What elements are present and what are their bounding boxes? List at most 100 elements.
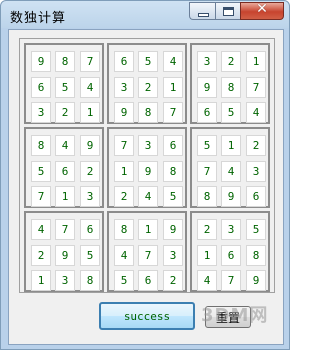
- sudoku-cell[interactable]: 1: [163, 77, 183, 98]
- sudoku-cell[interactable]: 6: [163, 135, 183, 156]
- sudoku-cell[interactable]: 3: [138, 135, 158, 156]
- sudoku-cell[interactable]: 4: [221, 161, 241, 182]
- sudoku-cell[interactable]: 9: [221, 186, 241, 207]
- sudoku-cell[interactable]: 2: [31, 245, 51, 266]
- sudoku-cell[interactable]: 6: [197, 102, 217, 123]
- sudoku-cell[interactable]: 8: [197, 186, 217, 207]
- sudoku-cell[interactable]: 2: [246, 135, 266, 156]
- sudoku-cell[interactable]: 8: [246, 245, 266, 266]
- maximize-button[interactable]: [215, 2, 240, 20]
- sudoku-cell[interactable]: 6: [80, 219, 100, 240]
- sudoku-cell[interactable]: 4: [114, 245, 134, 266]
- sudoku-cell[interactable]: 8: [55, 51, 75, 72]
- sudoku-cell[interactable]: 3: [221, 219, 241, 240]
- sudoku-cell[interactable]: 4: [31, 219, 51, 240]
- sudoku-cell[interactable]: 8: [114, 219, 134, 240]
- sudoku-cell[interactable]: 5: [246, 219, 266, 240]
- sudoku-cell[interactable]: 5: [80, 245, 100, 266]
- sudoku-cell[interactable]: 3: [163, 245, 183, 266]
- sudoku-cell[interactable]: 7: [221, 270, 241, 291]
- sudoku-cell[interactable]: 7: [197, 161, 217, 182]
- sudoku-cell[interactable]: 6: [221, 245, 241, 266]
- title-bar[interactable]: 数独计算 ✕: [1, 1, 289, 29]
- sudoku-cell[interactable]: 6: [114, 51, 134, 72]
- sudoku-cell[interactable]: 8: [31, 135, 51, 156]
- sudoku-cell[interactable]: 7: [31, 186, 51, 207]
- sudoku-cell[interactable]: 4: [197, 270, 217, 291]
- sudoku-cell[interactable]: 6: [55, 161, 75, 182]
- sudoku-cell[interactable]: 2: [221, 51, 241, 72]
- minimize-button[interactable]: [189, 2, 215, 20]
- sudoku-cell[interactable]: 5: [138, 51, 158, 72]
- sudoku-cell[interactable]: 2: [55, 102, 75, 123]
- sudoku-board: 9876543216543219873219876548495627137361…: [19, 38, 275, 293]
- sudoku-cell[interactable]: 9: [31, 51, 51, 72]
- sudoku-box: 476 295 138: [24, 211, 104, 292]
- sudoku-cell[interactable]: 4: [80, 77, 100, 98]
- sudoku-cell[interactable]: 1: [80, 102, 100, 123]
- app-window: 数独计算 ✕ 987654321654321987321987654849562…: [0, 0, 290, 350]
- sudoku-cell[interactable]: 4: [246, 102, 266, 123]
- sudoku-cell[interactable]: 2: [138, 77, 158, 98]
- sudoku-box: 321 987 654: [190, 43, 270, 124]
- sudoku-cell[interactable]: 7: [138, 245, 158, 266]
- sudoku-cell[interactable]: 3: [80, 186, 100, 207]
- success-button[interactable]: success: [99, 302, 195, 330]
- sudoku-cell[interactable]: 9: [138, 161, 158, 182]
- sudoku-cell[interactable]: 7: [163, 102, 183, 123]
- sudoku-cell[interactable]: 1: [31, 270, 51, 291]
- sudoku-cell[interactable]: 5: [197, 135, 217, 156]
- client-area: 9876543216543219873219876548495627137361…: [8, 29, 284, 345]
- sudoku-cell[interactable]: 8: [163, 161, 183, 182]
- sudoku-cell[interactable]: 5: [163, 186, 183, 207]
- sudoku-cell[interactable]: 1: [55, 186, 75, 207]
- sudoku-cell[interactable]: 4: [138, 186, 158, 207]
- sudoku-cell[interactable]: 3: [114, 77, 134, 98]
- sudoku-cell[interactable]: 6: [138, 270, 158, 291]
- maximize-icon: [223, 7, 234, 16]
- sudoku-cell[interactable]: 1: [221, 135, 241, 156]
- sudoku-cell[interactable]: 9: [197, 77, 217, 98]
- sudoku-cell[interactable]: 8: [80, 270, 100, 291]
- sudoku-box: 736 198 245: [107, 127, 187, 208]
- sudoku-cell[interactable]: 3: [197, 51, 217, 72]
- sudoku-cell[interactable]: 2: [197, 219, 217, 240]
- sudoku-box: 512 743 896: [190, 127, 270, 208]
- sudoku-cell[interactable]: 6: [31, 77, 51, 98]
- sudoku-cell[interactable]: 3: [31, 102, 51, 123]
- sudoku-cell[interactable]: 9: [80, 135, 100, 156]
- sudoku-cell[interactable]: 3: [55, 270, 75, 291]
- sudoku-cell[interactable]: 7: [246, 77, 266, 98]
- sudoku-cell[interactable]: 2: [114, 186, 134, 207]
- minimize-icon: [198, 13, 209, 17]
- sudoku-cell[interactable]: 7: [80, 51, 100, 72]
- sudoku-cell[interactable]: 3: [246, 161, 266, 182]
- sudoku-cell[interactable]: 8: [138, 102, 158, 123]
- sudoku-cell[interactable]: 2: [163, 270, 183, 291]
- sudoku-cell[interactable]: 9: [55, 245, 75, 266]
- sudoku-box: 235 168 479: [190, 211, 270, 292]
- sudoku-cell[interactable]: 5: [31, 161, 51, 182]
- sudoku-cell[interactable]: 4: [163, 51, 183, 72]
- watermark-logo: 3DM网: [201, 305, 269, 326]
- close-button[interactable]: ✕: [240, 1, 284, 20]
- sudoku-cell[interactable]: 2: [80, 161, 100, 182]
- sudoku-box: 849 562 713: [24, 127, 104, 208]
- sudoku-cell[interactable]: 8: [221, 77, 241, 98]
- sudoku-cell[interactable]: 7: [114, 135, 134, 156]
- sudoku-cell[interactable]: 7: [55, 219, 75, 240]
- sudoku-cell[interactable]: 1: [246, 51, 266, 72]
- sudoku-box: 819 473 562: [107, 211, 187, 292]
- sudoku-cell[interactable]: 9: [114, 102, 134, 123]
- sudoku-cell[interactable]: 4: [55, 135, 75, 156]
- sudoku-cell[interactable]: 1: [114, 161, 134, 182]
- sudoku-cell[interactable]: 9: [163, 219, 183, 240]
- sudoku-cell[interactable]: 1: [197, 245, 217, 266]
- sudoku-cell[interactable]: 5: [221, 102, 241, 123]
- sudoku-cell[interactable]: 6: [246, 186, 266, 207]
- sudoku-box: 654 321 987: [107, 43, 187, 124]
- sudoku-cell[interactable]: 5: [55, 77, 75, 98]
- sudoku-cell[interactable]: 5: [114, 270, 134, 291]
- sudoku-cell[interactable]: 9: [246, 270, 266, 291]
- sudoku-cell[interactable]: 1: [138, 219, 158, 240]
